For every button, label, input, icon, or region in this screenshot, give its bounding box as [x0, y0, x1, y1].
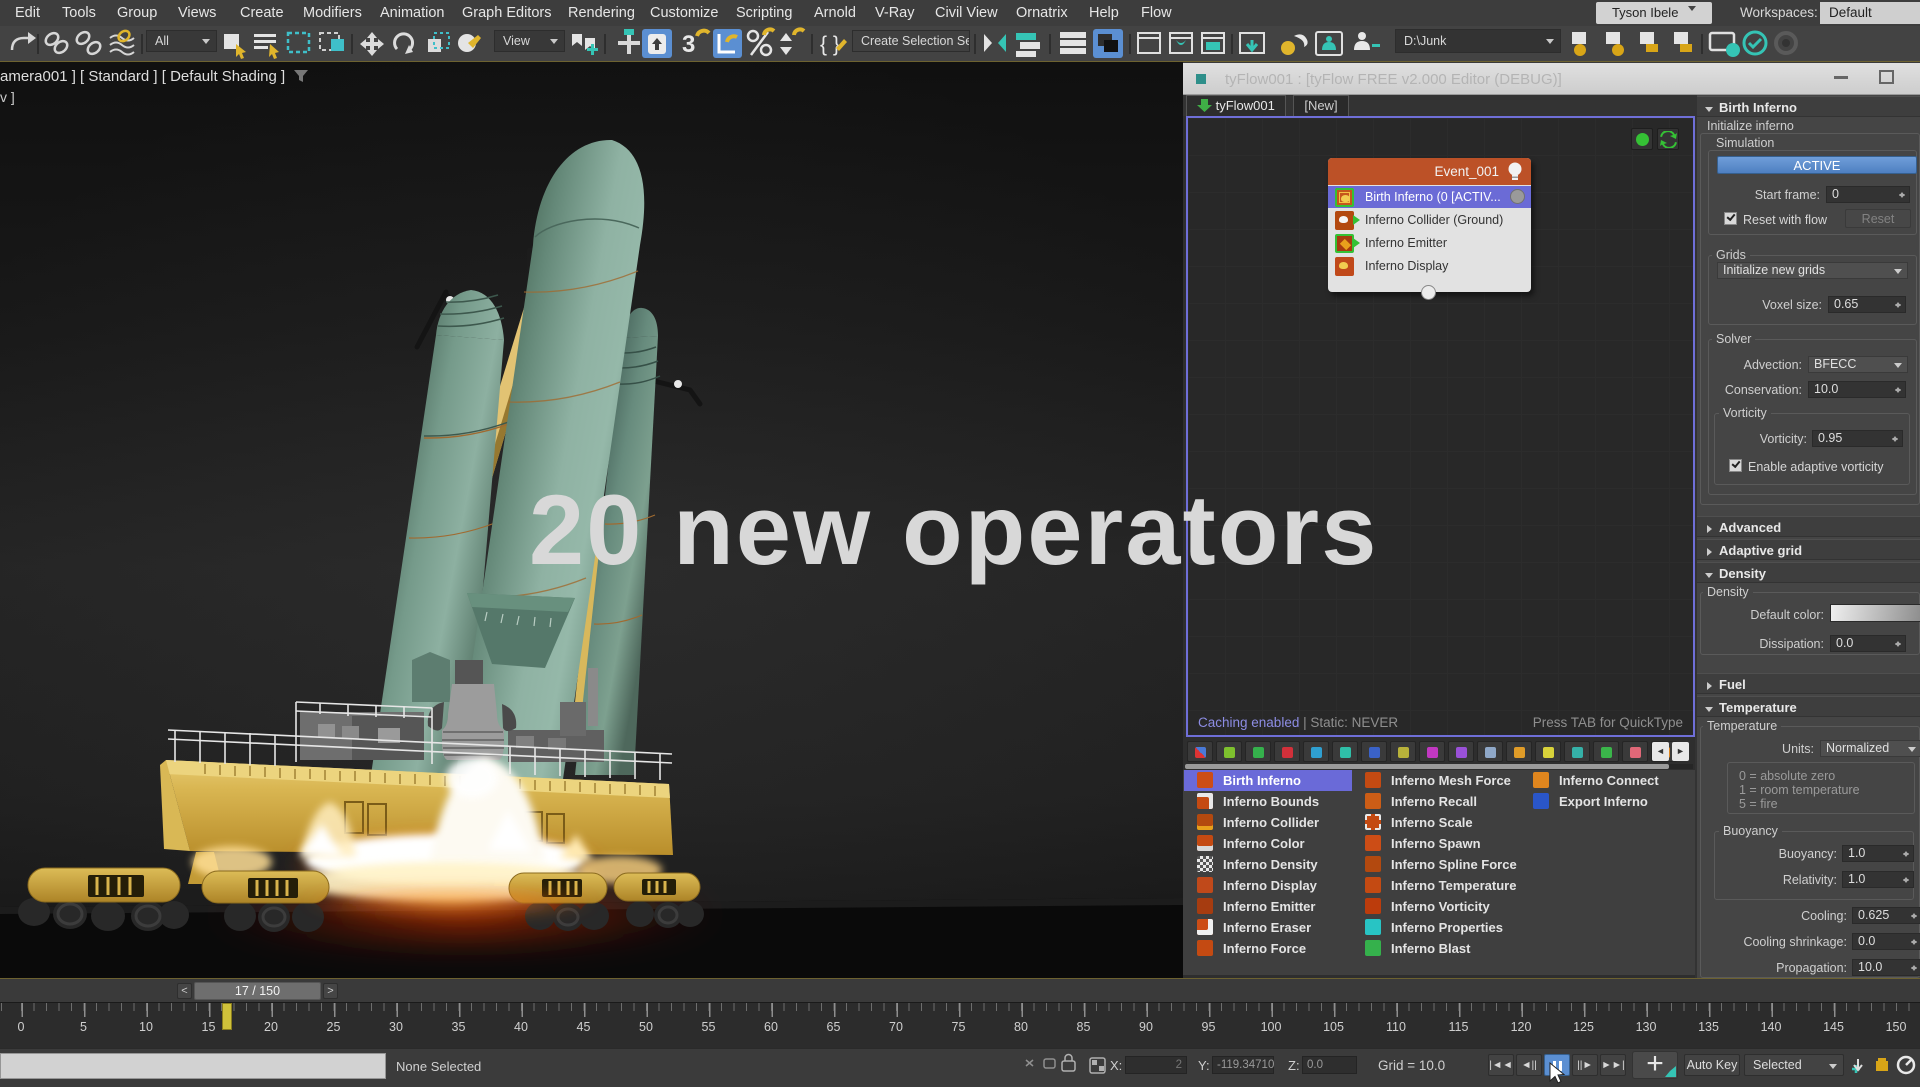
svg-text:3: 3	[682, 31, 695, 58]
svg-text:{ }: { }	[820, 33, 840, 56]
